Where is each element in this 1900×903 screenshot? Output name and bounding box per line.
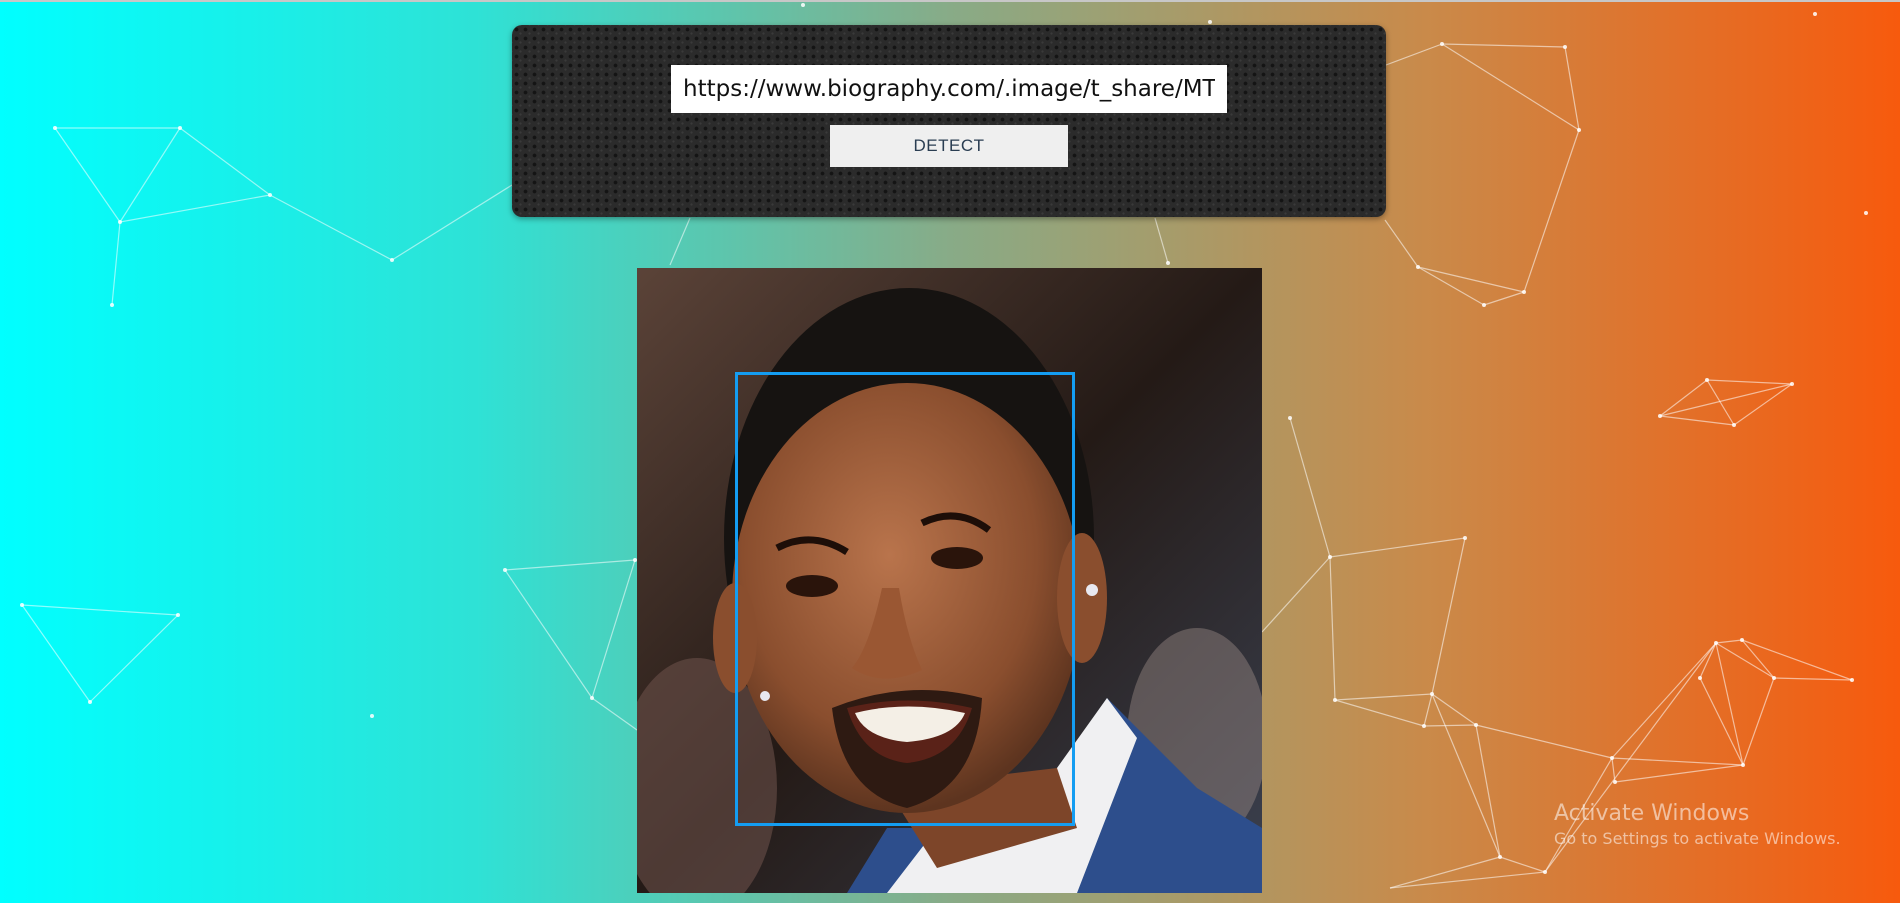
image-url-input[interactable] (671, 65, 1227, 113)
detect-button[interactable]: DETECT (830, 125, 1068, 167)
watermark-title: Activate Windows (1554, 801, 1750, 826)
url-form-panel: DETECT (512, 25, 1386, 217)
watermark-subtitle: Go to Settings to activate Windows. (1554, 829, 1841, 848)
result-image (637, 268, 1262, 893)
app-page: DETECT (0, 0, 1900, 903)
window-top-border (0, 0, 1900, 2)
activate-windows-watermark: Activate Windows Go to Settings to activ… (1554, 800, 1841, 850)
face-bounding-box (735, 372, 1075, 826)
